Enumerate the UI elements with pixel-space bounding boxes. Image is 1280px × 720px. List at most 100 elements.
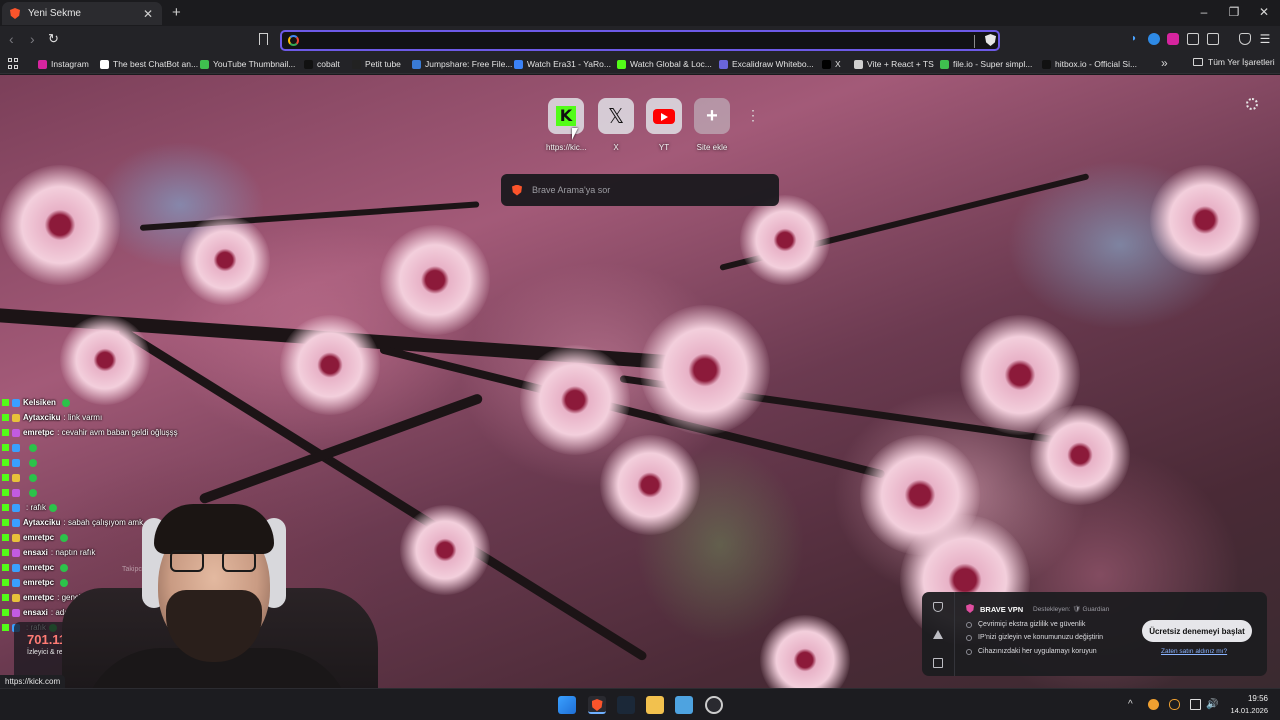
brave-taskbar-icon[interactable] xyxy=(588,696,606,714)
vpn-start-trial-button[interactable]: Ücretsiz denemeyi başlat xyxy=(1142,620,1252,642)
app-badge-icon[interactable] xyxy=(705,696,723,714)
chat-username[interactable]: Kelsiken xyxy=(23,398,56,407)
check-icon xyxy=(966,648,972,655)
chat-username[interactable]: emretpc xyxy=(23,428,54,437)
cobalt-icon xyxy=(304,59,313,69)
bookmark-item[interactable]: Jumpshare: Free File... xyxy=(412,57,512,71)
chat-username[interactable]: emretpc xyxy=(23,533,54,542)
address-separator xyxy=(974,35,975,48)
extensions-puzzle-icon[interactable] xyxy=(1187,33,1199,45)
brave-shields-icon[interactable] xyxy=(985,34,996,46)
apps-icon[interactable] xyxy=(8,58,19,69)
top-site-x[interactable]: 𝕏 X xyxy=(596,98,636,152)
top-sites-more-icon[interactable]: ⋮ xyxy=(746,108,760,122)
network-icon[interactable] xyxy=(1190,699,1201,710)
bookmarks-overflow-button[interactable]: » xyxy=(1161,56,1168,70)
watch-era-icon xyxy=(514,59,523,69)
sub-badge-icon xyxy=(12,518,20,527)
extension-icon[interactable] xyxy=(1148,33,1160,45)
chat-username[interactable]: ensaxi xyxy=(23,548,48,557)
verified-icon xyxy=(61,398,70,407)
tab-close-button[interactable]: ✕ xyxy=(142,7,154,21)
forward-button[interactable]: › xyxy=(30,31,35,47)
brave-search-box[interactable] xyxy=(501,174,779,206)
kick-badge-icon xyxy=(2,474,9,481)
chat-username[interactable]: emretpc xyxy=(23,578,54,587)
bookmark-icon[interactable] xyxy=(259,33,268,49)
shield-icon[interactable] xyxy=(933,602,943,612)
bookmark-item[interactable]: hitbox.io - Official Si... xyxy=(1042,57,1137,71)
back-button[interactable]: ‹ xyxy=(9,31,14,47)
close-window-button[interactable]: ✕ xyxy=(1254,5,1274,19)
new-tab-button[interactable]: + xyxy=(172,5,181,20)
tray-overflow-icon[interactable]: ^ xyxy=(1128,699,1139,710)
chat-username[interactable]: ensaxi xyxy=(23,608,48,617)
bookmark-item[interactable]: Watch Era31 - YaRo... xyxy=(514,57,611,71)
bookmark-item[interactable]: cobalt xyxy=(304,57,340,71)
reload-button[interactable]: ↻ xyxy=(48,31,59,47)
warning-icon[interactable] xyxy=(933,630,943,639)
brave-search-input[interactable] xyxy=(532,185,779,195)
clock-date[interactable]: 14.01.2026 xyxy=(1226,706,1268,715)
start-button[interactable] xyxy=(558,696,576,714)
vpn-side-rail xyxy=(922,592,955,676)
bookmark-item[interactable]: Vite + React + TS xyxy=(854,57,934,71)
sub-badge-icon xyxy=(12,398,20,407)
bookmark-item[interactable]: The best ChatBot an... xyxy=(100,57,198,71)
bookmark-label: Watch Era31 - YaRo... xyxy=(527,59,611,69)
address-bar[interactable] xyxy=(280,30,1000,51)
gear-icon[interactable] xyxy=(1246,98,1258,110)
bookmark-item[interactable]: Watch Global & Loc... xyxy=(617,57,712,71)
chat-username[interactable]: emretpc xyxy=(23,593,54,602)
all-bookmarks-label: Tüm Yer İşaretleri xyxy=(1208,57,1275,67)
card-icon[interactable] xyxy=(933,658,943,668)
file-explorer-icon[interactable] xyxy=(646,696,664,714)
bookmark-item[interactable]: YouTube Thumbnail... xyxy=(200,57,295,71)
status-bar-url: https://kick.com xyxy=(0,675,66,688)
address-input[interactable] xyxy=(304,33,964,49)
volume-icon[interactable]: 🔊 xyxy=(1206,699,1218,710)
vpn-shield-icon[interactable] xyxy=(1239,33,1251,45)
kick-badge-icon xyxy=(2,624,9,631)
sidebar-icon[interactable] xyxy=(1207,33,1219,45)
kick-badge-icon xyxy=(2,594,9,601)
bookmark-item[interactable]: file.io - Super simpl... xyxy=(940,57,1032,71)
brave-icon xyxy=(10,8,20,19)
steam-taskbar-icon[interactable] xyxy=(617,696,635,714)
bookmark-item[interactable]: Excalidraw Whitebo... xyxy=(719,57,814,71)
chat-text: : link varmı xyxy=(63,413,103,422)
microphone-icon[interactable] xyxy=(1169,699,1180,710)
verified-icon xyxy=(29,443,37,452)
menu-icon[interactable]: ☰ xyxy=(1259,33,1271,45)
top-site-kick[interactable]: K https://kic... xyxy=(546,98,586,152)
vpn-feature: Çevrimiçi ekstra gizlilik ve güvenlik xyxy=(966,621,1085,628)
app-taskbar-icon[interactable] xyxy=(675,696,693,714)
top-site-youtube[interactable]: YT xyxy=(644,98,684,152)
bookmark-item[interactable]: Instagram xyxy=(38,57,89,71)
watch-global-icon xyxy=(617,59,626,69)
jumpshare-icon xyxy=(412,59,421,69)
bookmark-label: Petit tube xyxy=(365,59,401,69)
sub-badge-icon xyxy=(12,548,20,557)
x-icon xyxy=(822,59,831,69)
chat-username[interactable]: emretpc xyxy=(23,563,54,572)
chat-username[interactable]: Aytaxciku xyxy=(23,518,61,527)
chat-username[interactable]: Aytaxciku xyxy=(23,413,61,422)
tray-app-icon[interactable] xyxy=(1148,699,1159,710)
petit-tube-icon xyxy=(352,59,361,69)
audio-icon[interactable]: ◗ xyxy=(1128,33,1140,45)
extension-pink-icon[interactable] xyxy=(1167,33,1179,45)
tab-new-tab[interactable]: Yeni Sekme ✕ xyxy=(2,2,162,25)
add-site-tile[interactable]: + Site ekle xyxy=(692,98,732,152)
vpn-already-purchased-link[interactable]: Zaten satın aldınız mı? xyxy=(1161,648,1227,655)
chat-message: Kelsiken xyxy=(2,395,202,410)
sub-badge-icon xyxy=(12,443,20,452)
bookmarks-bar: Instagram The best ChatBot an... YouTube T… xyxy=(0,54,1280,74)
clock-time[interactable]: 19:56 xyxy=(1236,694,1268,703)
verified-icon xyxy=(29,473,37,482)
minimize-button[interactable]: – xyxy=(1194,5,1214,19)
bookmark-item[interactable]: X xyxy=(822,57,841,71)
all-bookmarks-button[interactable]: Tüm Yer İşaretleri xyxy=(1193,57,1275,67)
bookmark-item[interactable]: Petit tube xyxy=(352,57,401,71)
maximize-button[interactable]: ❐ xyxy=(1224,5,1244,19)
